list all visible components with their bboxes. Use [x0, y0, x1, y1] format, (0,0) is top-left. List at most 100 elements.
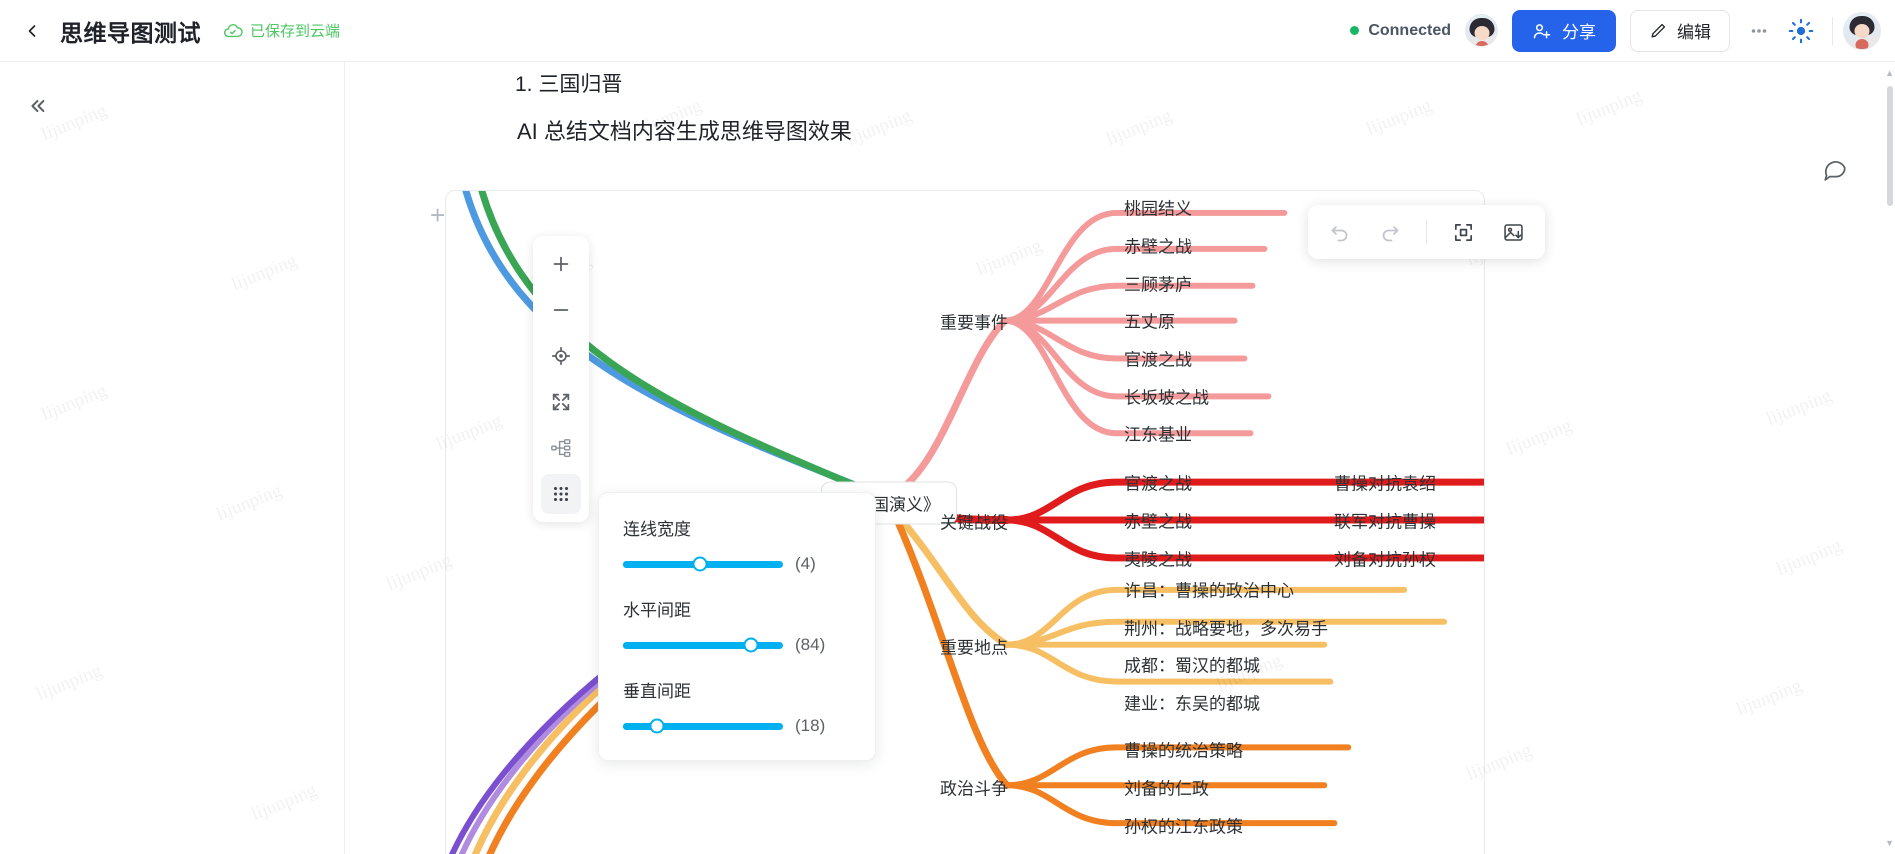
save-status-label: 已保存到云端	[250, 23, 341, 40]
slider-group-vertical-spacing: 垂直间距 (18)	[623, 677, 851, 736]
chevron-left-icon	[28, 24, 36, 37]
slider-value: (4)	[795, 554, 816, 573]
layout-button[interactable]	[541, 428, 581, 468]
mindmap-settings-panel: 连线宽度 (4) 水平间距 (84) 垂直间距 (18)	[598, 492, 876, 761]
watermark: lijunping	[38, 379, 110, 426]
toolbar-divider	[1426, 220, 1427, 244]
undo-icon	[1331, 226, 1348, 242]
comment-icon	[1824, 161, 1846, 181]
page-scrollbar[interactable]: ▲ ▼	[1885, 62, 1895, 854]
mindmap-branch-node[interactable]: 关键战役	[940, 509, 1008, 534]
watermark: lijunping	[1363, 94, 1435, 141]
mindmap-leaf-node[interactable]: 长坂坡之战	[1124, 384, 1209, 409]
watermark: lijunping	[1573, 84, 1645, 131]
sun-icon	[1788, 18, 1814, 43]
mindmap-branch-node[interactable]: 政治斗争	[940, 775, 1008, 800]
mindmap-leaf-node[interactable]: 官渡之战	[1124, 470, 1192, 495]
fullscreen-button[interactable]	[1441, 212, 1485, 252]
watermark: lijunping	[1773, 534, 1845, 581]
export-image-button[interactable]	[1491, 212, 1535, 252]
grid-dots-icon	[553, 486, 569, 502]
watermark: lijunping	[248, 779, 320, 826]
plus-icon	[553, 256, 569, 272]
slider-thumb[interactable]	[692, 556, 708, 572]
toolbar-divider	[1832, 16, 1833, 45]
undo-button[interactable]	[1318, 212, 1362, 252]
mindmap-detail-node[interactable]: 联军对抗曹操	[1334, 508, 1436, 533]
mindmap-detail-node[interactable]: 刘备对抗孙权	[1334, 546, 1436, 571]
watermark: lijunping	[228, 249, 300, 296]
scrollbar-thumb[interactable]	[1887, 86, 1893, 206]
connection-label: Connected	[1368, 21, 1451, 39]
mindmap-leaf-node[interactable]: 刘备的仁政	[1124, 775, 1209, 800]
back-button[interactable]	[12, 11, 52, 51]
slider-thumb[interactable]	[743, 637, 759, 653]
edit-button[interactable]: 编辑	[1630, 9, 1730, 52]
sidebar-collapse-button[interactable]	[20, 89, 54, 123]
chevrons-left-icon	[31, 99, 45, 113]
redo-icon	[1382, 226, 1399, 242]
watermark: lijunping	[1733, 674, 1805, 721]
zoom-in-button[interactable]	[541, 244, 581, 284]
mindmap-action-toolbar	[1308, 205, 1545, 259]
mindmap-leaf-node[interactable]: 建业：东吴的都城	[1124, 690, 1260, 715]
mindmap-leaf-node[interactable]: 赤壁之战	[1124, 233, 1192, 258]
mindmap-zoom-toolbar	[533, 236, 589, 522]
person-add-icon	[1533, 23, 1551, 38]
theme-toggle-button[interactable]	[1780, 10, 1822, 52]
connection-status: Connected	[1350, 22, 1451, 40]
slider-value: (18)	[795, 716, 826, 735]
mindmap-leaf-node[interactable]: 曹操的统治策略	[1124, 737, 1243, 762]
mindmap-detail-node[interactable]: 曹操对抗袁绍	[1334, 470, 1436, 495]
doc-heading-item[interactable]: 1. 三国归晋	[515, 68, 622, 98]
slider-thumb[interactable]	[649, 718, 665, 734]
slider-group-line-width: 连线宽度 (4)	[623, 515, 851, 574]
scroll-down-arrow-icon[interactable]: ▼	[1885, 838, 1894, 848]
mindmap-leaf-node[interactable]: 赤壁之战	[1124, 508, 1192, 533]
mindmap-leaf-node[interactable]: 江东基业	[1124, 421, 1192, 446]
plus-icon[interactable]: +	[430, 202, 445, 228]
mindmap-leaf-node[interactable]: 荆州：战略要地，多次易手	[1124, 615, 1328, 640]
redo-button[interactable]	[1368, 212, 1412, 252]
line-width-slider[interactable]	[623, 556, 783, 572]
collaborator-avatar[interactable]	[1465, 14, 1498, 47]
mindmap-branch-node[interactable]: 重要地点	[940, 634, 1008, 659]
user-avatar[interactable]	[1843, 11, 1881, 50]
share-button-label: 分享	[1562, 23, 1596, 42]
mindmap-leaf-node[interactable]: 成都：蜀汉的都城	[1124, 652, 1260, 677]
slider-group-horizontal-spacing: 水平间距 (84)	[623, 596, 851, 655]
more-horizontal-icon	[1751, 28, 1767, 33]
page-title: 思维导图测试	[60, 19, 201, 46]
comment-button[interactable]	[1817, 150, 1853, 186]
fullscreen-icon	[1454, 223, 1472, 241]
horizontal-spacing-slider[interactable]	[623, 637, 783, 653]
expand-icon	[552, 393, 570, 411]
mindmap-leaf-node[interactable]: 许昌：曹操的政治中心	[1124, 577, 1294, 602]
slider-label: 连线宽度	[623, 520, 691, 539]
settings-grid-button[interactable]	[541, 474, 581, 514]
cloud-check-icon	[223, 23, 243, 37]
doc-paragraph[interactable]: AI 总结文档内容生成思维导图效果	[517, 114, 852, 146]
mindmap-leaf-node[interactable]: 五丈原	[1124, 308, 1175, 333]
watermark: lijunping	[843, 104, 915, 151]
mindmap-leaf-node[interactable]: 桃园结义	[1124, 195, 1192, 220]
left-sidebar: lijunping lijunping lijunping lijunping …	[0, 62, 345, 854]
top-bar-actions: Connected 分享 编辑	[1350, 9, 1895, 52]
target-icon	[551, 346, 571, 366]
hierarchy-icon	[551, 439, 571, 457]
center-view-button[interactable]	[541, 336, 581, 376]
vertical-spacing-slider[interactable]	[623, 718, 783, 734]
mindmap-leaf-node[interactable]: 官渡之战	[1124, 346, 1192, 371]
zoom-out-button[interactable]	[541, 290, 581, 330]
mindmap-leaf-node[interactable]: 三顾茅庐	[1124, 271, 1192, 296]
mindmap-leaf-node[interactable]: 孙权的江东政策	[1124, 813, 1243, 838]
more-options-button[interactable]	[1738, 10, 1780, 52]
fit-screen-button[interactable]	[541, 382, 581, 422]
slider-label: 垂直间距	[623, 682, 691, 701]
edit-button-label: 编辑	[1677, 23, 1711, 42]
watermark: lijunping	[33, 659, 105, 706]
mindmap-leaf-node[interactable]: 夷陵之战	[1124, 546, 1192, 571]
share-button[interactable]: 分享	[1512, 9, 1616, 52]
mindmap-branch-node[interactable]: 重要事件	[940, 309, 1008, 334]
scroll-up-arrow-icon[interactable]: ▲	[1885, 68, 1894, 78]
